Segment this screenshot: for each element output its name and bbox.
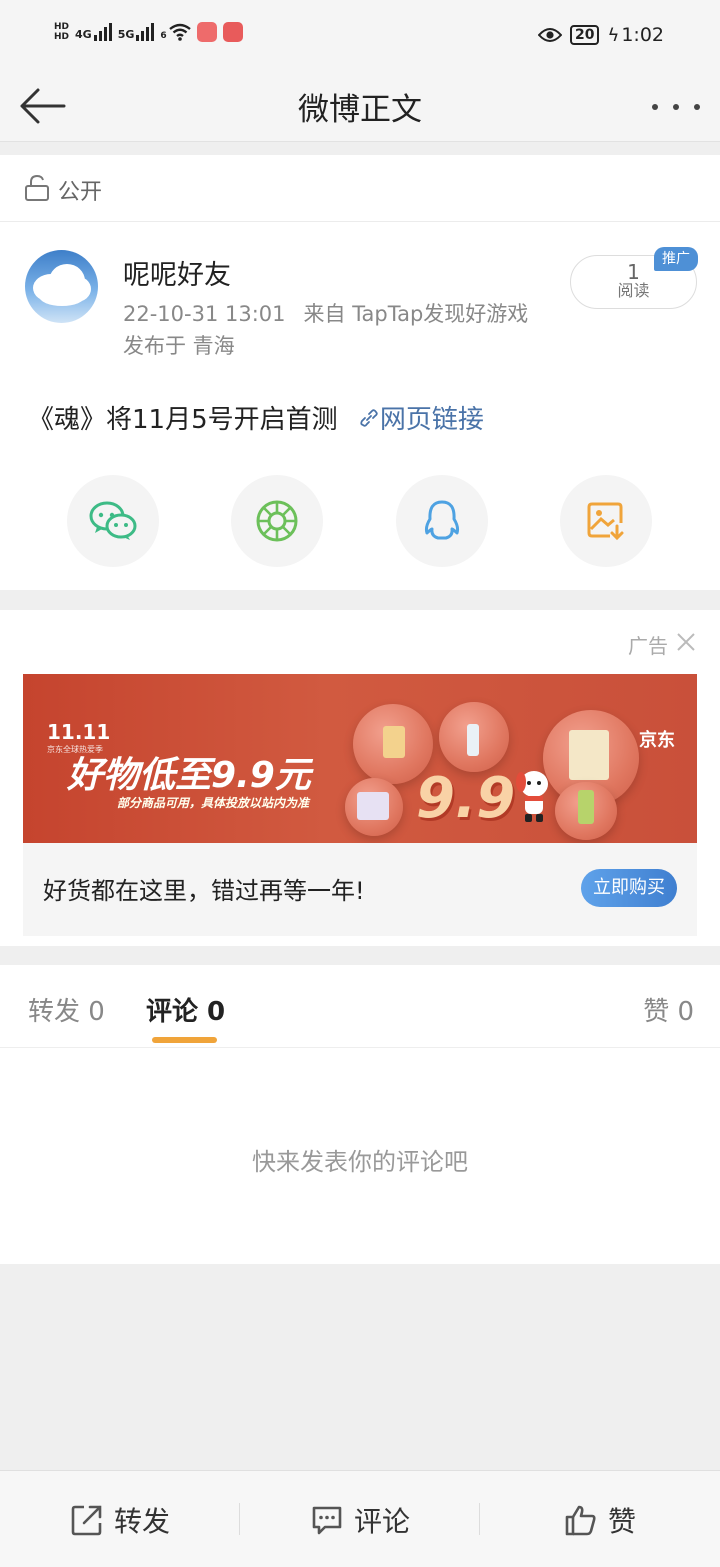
- more-dot: [652, 104, 658, 110]
- empty-comments-message: 快来发表你的评论吧: [252, 1148, 468, 1176]
- signal-bars-icon: [136, 23, 155, 41]
- post-body: 《魂》将11月5号开启首测 网页链接: [28, 399, 484, 436]
- post-meta: 22-10-31 13:01 来自 TapTap发现好游戏: [123, 298, 528, 328]
- unlock-icon: [25, 174, 49, 201]
- post-card: 公开 呢呢好友 22-10-31 13:01 来自 TapTap发现好游戏 发布于…: [0, 155, 720, 590]
- signal-5g: 5G: [118, 23, 155, 41]
- repost-icon: [71, 1505, 102, 1535]
- wifi-icon: [168, 23, 191, 41]
- comment-label: 评论: [353, 1504, 410, 1538]
- avatar[interactable]: [25, 250, 98, 323]
- signal-bars-icon: [93, 23, 112, 41]
- more-dot: [673, 104, 679, 110]
- status-right: 20 ϟ 1:02: [537, 24, 664, 46]
- more-dot: [694, 104, 700, 110]
- link-icon: [360, 409, 378, 427]
- visibility-row[interactable]: 公开: [0, 155, 720, 222]
- tab-like[interactable]: 赞 0: [643, 991, 694, 1028]
- book-app-icon: [222, 22, 243, 42]
- share-moments-button[interactable]: [231, 475, 323, 567]
- share-qq-button[interactable]: [396, 475, 488, 567]
- jd-logo: 京东: [639, 730, 675, 751]
- close-icon: [677, 633, 695, 651]
- wifi-indicator: 6: [160, 23, 191, 41]
- ad-label: 广告: [628, 634, 668, 658]
- page-title: 微博正文: [298, 92, 422, 128]
- product-image: [357, 792, 389, 820]
- tab-repost[interactable]: 转发 0: [28, 991, 105, 1028]
- repost-button[interactable]: 转发: [0, 1471, 240, 1567]
- interaction-tabs: 转发 0 评论 0 赞 0: [0, 965, 720, 1048]
- status-left: HD HD 4G 5G 6: [54, 22, 243, 42]
- more-button[interactable]: [652, 92, 700, 122]
- promo-badge: 推广: [654, 247, 698, 271]
- comment-button[interactable]: 评论: [240, 1471, 480, 1567]
- mascot-dog-icon: [516, 771, 548, 822]
- share-wechat-button[interactable]: [67, 475, 159, 567]
- ad-card: 广告 11.11 京东全球热爱季 好物低至9.9元 部分商品可用，具体投放以站内…: [0, 610, 720, 946]
- ad-footer[interactable]: 好货都在这里，错过再等一年! 立即购买: [23, 843, 697, 936]
- repost-label: 转发: [113, 1504, 170, 1538]
- post-source[interactable]: 来自 TapTap发现好游戏: [304, 302, 529, 326]
- product-image: [578, 790, 594, 824]
- bottom-toolbar: 转发 评论 赞: [0, 1470, 720, 1567]
- ad-banner[interactable]: 11.11 京东全球热爱季 好物低至9.9元 部分商品可用，具体投放以站内为准 …: [23, 674, 697, 843]
- buy-now-button[interactable]: 立即购买: [581, 869, 677, 907]
- tab-comment[interactable]: 评论 0: [146, 991, 225, 1028]
- author-name[interactable]: 呢呢好友: [123, 253, 231, 292]
- save-image-button[interactable]: [560, 475, 652, 567]
- clock: 1:02: [621, 24, 664, 46]
- read-label: 阅读: [617, 281, 650, 300]
- qq-icon: [424, 500, 460, 540]
- moments-icon: [256, 500, 298, 542]
- comment-icon: [312, 1506, 342, 1534]
- mail-app-icon: [196, 22, 217, 42]
- ad-slogan: 好货都在这里，错过再等一年!: [43, 877, 365, 905]
- comments-section: 快来发表你的评论吧: [0, 1048, 720, 1264]
- banner-big-price: 9.9: [416, 766, 516, 831]
- tab-indicator: [152, 1037, 217, 1043]
- post-location: 发布于 青海: [123, 334, 235, 358]
- wechat-icon: [89, 501, 137, 540]
- product-image: [467, 724, 479, 756]
- hd-indicator: HD HD: [54, 22, 70, 42]
- product-image: [569, 730, 609, 780]
- visibility-label: 公开: [58, 180, 103, 205]
- like-label: 赞: [607, 1504, 636, 1538]
- status-bar: HD HD 4G 5G 6 20 ϟ 1:02: [0, 0, 720, 70]
- signal-4g: 4G: [75, 23, 112, 41]
- nav-header: 微博正文: [0, 70, 720, 142]
- battery-level: 20: [569, 25, 600, 45]
- post-timestamp: 22-10-31 13:01: [123, 302, 286, 326]
- save-image-icon: [587, 502, 624, 541]
- web-link[interactable]: 网页链接: [358, 405, 484, 435]
- like-button[interactable]: 赞: [480, 1471, 720, 1567]
- ad-close-button[interactable]: [674, 630, 698, 654]
- banner-subline: 部分商品可用，具体投放以站内为准: [117, 796, 310, 810]
- eye-icon: [537, 28, 562, 42]
- post-text: 《魂》将11月5号开启首测: [28, 405, 338, 435]
- charging-icon: ϟ: [607, 24, 620, 46]
- thumbs-up-icon: [565, 1505, 596, 1535]
- banner-headline: 好物低至9.9元: [67, 755, 311, 796]
- product-image: [383, 726, 405, 758]
